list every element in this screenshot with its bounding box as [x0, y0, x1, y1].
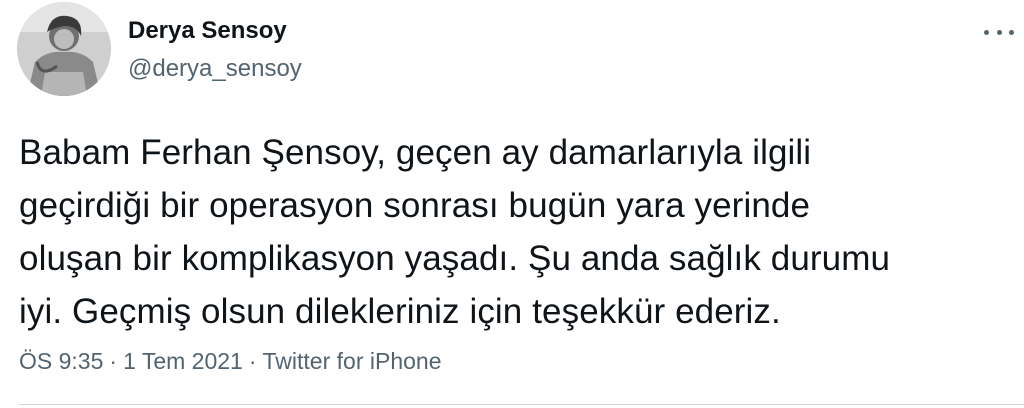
tweet-text-line: geçirdiği bir operasyon sonrası bugün ya… — [19, 186, 811, 225]
author-display-name[interactable]: Derya Sensoy — [128, 14, 287, 48]
tweet-meta: ÖS 9:35 · 1 Tem 2021 · Twitter for iPhone — [19, 344, 441, 378]
tweet-card: Derya Sensoy @derya_sensoy Babam Ferhan … — [0, 0, 1024, 408]
author-handle[interactable]: @derya_sensoy — [128, 52, 302, 86]
tweet-text-line: iyi. Geçmiş olsun dilekleriniz için teşe… — [19, 292, 781, 331]
meta-separator: · — [248, 348, 257, 374]
avatar[interactable] — [17, 2, 111, 96]
tweet-text-line: Babam Ferhan Şensoy, geçen ay damarlarıy… — [19, 133, 812, 172]
tweet-source[interactable]: Twitter for iPhone — [263, 348, 442, 374]
tweet-time[interactable]: ÖS 9:35 — [19, 348, 103, 374]
tweet-text: Babam Ferhan Şensoy, geçen ay damarlarıy… — [19, 126, 1009, 338]
meta-separator: · — [109, 348, 118, 374]
tweet-text-line: oluşan bir komplikasyon yaşadı. Şu anda … — [19, 239, 891, 278]
tweet-date[interactable]: 1 Tem 2021 — [123, 348, 243, 374]
divider — [19, 404, 1024, 405]
more-dot — [996, 29, 1002, 35]
more-dot — [984, 29, 989, 35]
more-options-icon[interactable] — [984, 22, 1014, 42]
avatar-image — [17, 2, 111, 96]
more-dot — [1009, 29, 1014, 35]
